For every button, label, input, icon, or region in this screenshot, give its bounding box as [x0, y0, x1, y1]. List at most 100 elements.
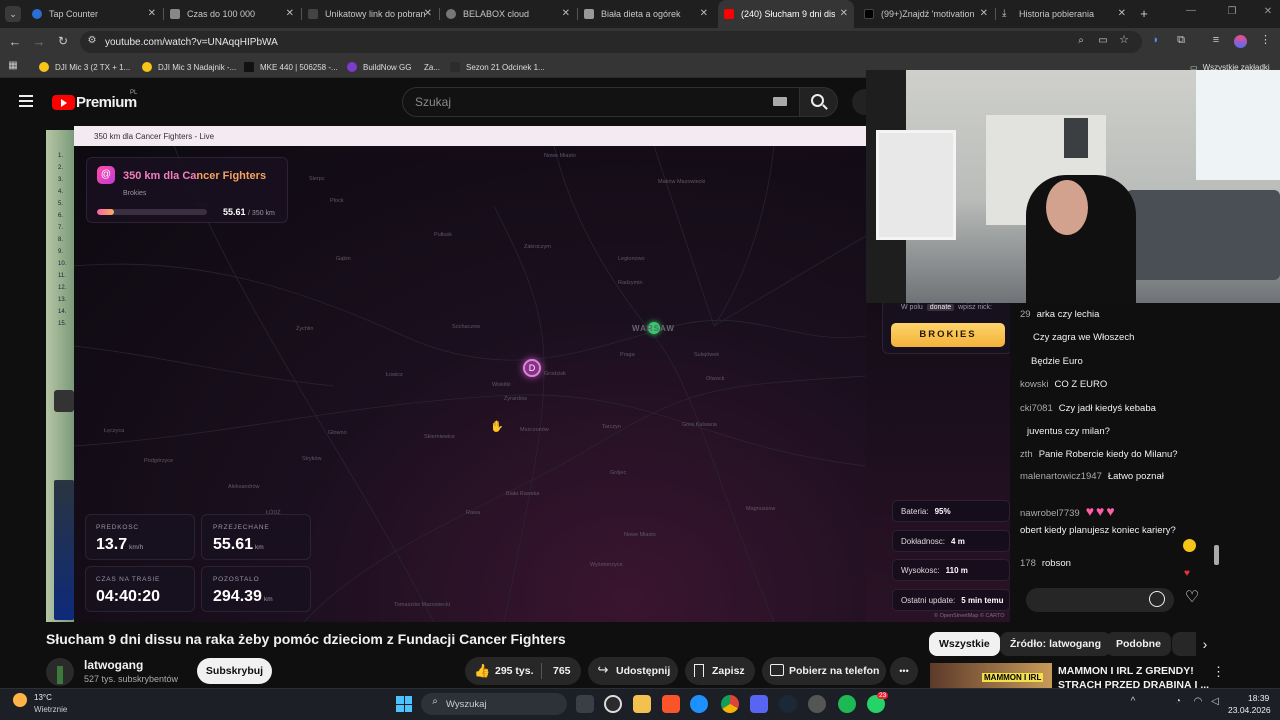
heart-react-icon[interactable]: ♡ [1182, 590, 1202, 606]
puzzle-icon[interactable]: ⧉ [1175, 35, 1187, 46]
phone-icon [770, 664, 784, 676]
profile-avatar-icon[interactable] [1234, 35, 1247, 48]
address-url[interactable]: youtube.com/watch?v=UNAqqHIPbWA [105, 37, 278, 48]
close-icon[interactable]: ✕ [1118, 8, 1126, 19]
bookmark-sezon[interactable]: Sezon 21 Odcinek 1... [450, 56, 545, 78]
tray-chevron-icon[interactable]: ^ [1128, 697, 1138, 707]
spotify-icon[interactable] [838, 695, 856, 713]
like-count[interactable]: 295 tys. [495, 665, 534, 677]
recommended-thumbnail[interactable]: MAMMON I IRL [930, 663, 1052, 688]
recommended-title-1[interactable]: MAMMON I IRL Z GRENDY! [1058, 665, 1194, 677]
site-info-icon[interactable]: ⚙ [86, 36, 98, 46]
apps-grid-icon[interactable]: ▦ [7, 61, 19, 71]
back-icon[interactable]: ← [8, 35, 22, 48]
weather-temperature[interactable]: 13°C [34, 693, 52, 702]
bookmark-buildnow[interactable]: BuildNow GG [347, 56, 411, 78]
settings-app-icon[interactable] [808, 695, 826, 713]
taskbar-search[interactable] [421, 693, 567, 715]
close-icon[interactable]: ✕ [424, 8, 432, 19]
bookmark-mke[interactable]: MKE 440 | 506258 -... [244, 56, 338, 78]
clock-date[interactable]: 23.04.2026 [1228, 705, 1271, 715]
chip-source[interactable]: Źródło: latwogang [1000, 632, 1111, 656]
restore-icon[interactable]: ❐ [1226, 7, 1238, 17]
youtube-favicon-icon [724, 9, 734, 19]
share-label: Udostępnij [616, 665, 671, 677]
close-icon[interactable]: ✕ [562, 8, 570, 19]
windows-start-icon[interactable] [396, 696, 412, 712]
info-altitude: Wysokosc: 110 m [892, 559, 1010, 581]
discord-icon[interactable] [750, 695, 768, 713]
channel-name[interactable]: latwogang [84, 658, 143, 672]
tab-search-icon[interactable]: ⌄ [5, 6, 21, 22]
steam-icon[interactable] [779, 695, 797, 713]
recommended-title-2[interactable]: STRACH PRZED DRABINĄ I ... [1058, 679, 1209, 688]
media-icon[interactable]: ≡ [1210, 35, 1222, 46]
obs-app-icon[interactable] [604, 695, 622, 713]
channel-avatar[interactable] [46, 658, 74, 686]
close-icon[interactable]: ✕ [148, 8, 156, 19]
chip-all[interactable]: Wszystkie [929, 632, 1000, 656]
chrome-icon[interactable] [721, 695, 739, 713]
clock-time[interactable]: 18:39 [1248, 693, 1269, 703]
tab-youtube-active[interactable]: (240) Słucham 9 dni dissu ✕ [718, 0, 854, 28]
tiktok-favicon-icon [864, 9, 874, 19]
like-icon[interactable]: 👍 [474, 664, 490, 677]
brave-browser-icon[interactable] [662, 695, 680, 713]
subscribe-button[interactable]: Subskrybuj [197, 658, 272, 684]
close-icon[interactable]: ✕ [700, 8, 708, 19]
volume-icon[interactable]: ◁ [1209, 697, 1221, 707]
tab-czas[interactable]: Czas do 100 000 ✕ [164, 0, 300, 28]
window-close-icon[interactable]: ✕ [1262, 7, 1274, 17]
wifi-icon[interactable]: ◠ [1192, 697, 1204, 707]
thumbnail-text: MAMMON I IRL [982, 673, 1044, 682]
network-icon[interactable]: ◔ [1172, 697, 1184, 707]
stat-value: 13.7 [96, 536, 128, 553]
stat-label: PRZEJECHANE [213, 524, 270, 531]
app-c-icon[interactable] [690, 695, 708, 713]
tab-biala-dieta[interactable]: Biała dieta a ogórek ✕ [578, 0, 714, 28]
bookmark-za[interactable]: Za... [424, 56, 440, 78]
new-tab-icon[interactable]: + [1137, 7, 1151, 20]
donate-brokies-button[interactable]: BROKIES [891, 323, 1005, 347]
chip-similar[interactable]: Podobne [1106, 632, 1171, 656]
task-view-icon[interactable] [576, 695, 594, 713]
bookmark-star-icon[interactable]: ☆ [1118, 35, 1130, 46]
keyboard-icon[interactable] [773, 97, 787, 106]
close-icon[interactable]: ✕ [980, 8, 988, 19]
install-icon[interactable]: ▭ [1097, 36, 1109, 46]
bookmark-dji-mic-1[interactable]: DJI Mic 3 (2 TX + 1... [39, 56, 130, 78]
close-icon[interactable]: ✕ [840, 8, 848, 19]
youtube-play-icon [52, 95, 75, 110]
more-actions-button[interactable]: ••• [890, 657, 918, 685]
minimize-icon[interactable]: — [1185, 6, 1197, 16]
runner-marker[interactable]: D [523, 359, 541, 377]
bookmark-label: BuildNow GG [363, 62, 412, 72]
search-input[interactable]: Szukaj [415, 95, 451, 109]
forward-icon[interactable]: → [32, 35, 46, 48]
weather-condition[interactable]: Wietrznie [34, 705, 67, 714]
tab-tiktok[interactable]: (99+)Znajdź 'motivation ✕ [858, 0, 994, 28]
chevron-right-icon[interactable]: › [1198, 637, 1212, 651]
file-explorer-icon[interactable] [633, 695, 651, 713]
search-box[interactable] [402, 87, 800, 117]
youtube-logo[interactable]: Premium PL [52, 90, 142, 111]
tab-belabox[interactable]: BELABOX cloud ✕ [440, 0, 576, 28]
reload-icon[interactable]: ↻ [56, 35, 70, 47]
stat-speed: PREDKOSC 13.7 km/h [85, 514, 195, 560]
close-icon[interactable]: ✕ [286, 8, 294, 19]
dislike-count[interactable]: 765 [553, 665, 571, 677]
recommended-menu-icon[interactable]: ⋮ [1212, 665, 1225, 678]
bookmark-dji-mic-2[interactable]: DJI Mic 3 Nadajnik -... [142, 56, 236, 78]
tab-tap-counter[interactable]: Tap Counter ✕ [26, 0, 162, 28]
webcam-overlay [866, 70, 1280, 303]
stat-label: CZAS NA TRASIE [96, 576, 161, 583]
emoji-picker-icon[interactable] [1149, 591, 1165, 607]
tab-unikatowy[interactable]: Unikatowy link do pobran ✕ [302, 0, 438, 28]
chat-scrollbar[interactable] [1214, 545, 1219, 565]
weather-icon[interactable] [13, 693, 27, 707]
zoom-icon[interactable]: ⌕ [1075, 36, 1087, 46]
extension-icon[interactable]: ◗ [1150, 35, 1162, 46]
hamburger-menu-icon[interactable] [19, 95, 33, 107]
tab-historia[interactable]: ⤓ Historia pobierania ✕ [996, 0, 1132, 28]
menu-kebab-icon[interactable]: ⋮ [1260, 35, 1271, 46]
